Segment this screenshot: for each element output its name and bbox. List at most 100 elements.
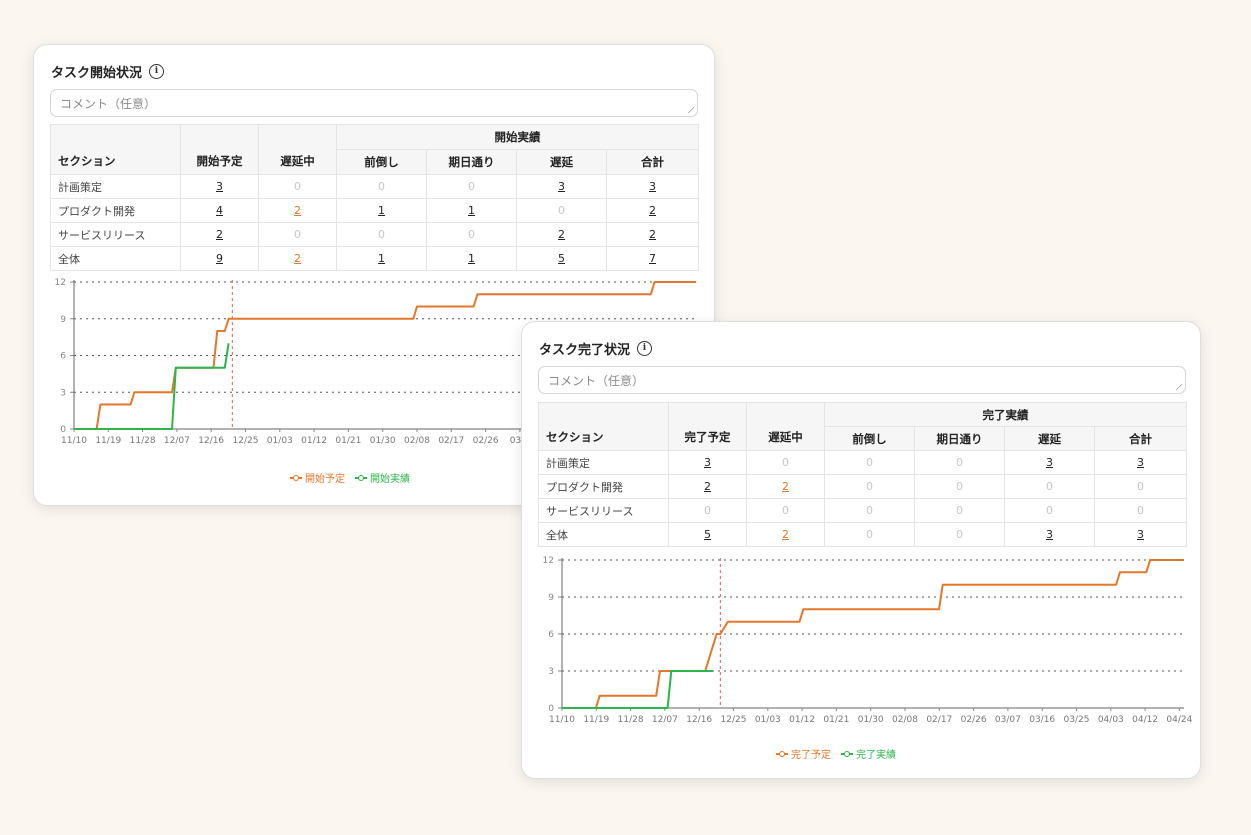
row-section-label: 全体 bbox=[538, 522, 669, 547]
legend-line-icon bbox=[776, 750, 788, 758]
x-tick-label: 02/26 bbox=[961, 715, 987, 725]
legend-label: 開始予定 bbox=[305, 474, 345, 485]
count-link[interactable]: 4 bbox=[216, 204, 223, 217]
cell-late: 0 bbox=[516, 198, 607, 223]
cell-planned: 2 bbox=[668, 474, 747, 499]
count-link[interactable]: 5 bbox=[558, 252, 565, 265]
cell-ontime: 0 bbox=[426, 174, 517, 199]
y-tick-label: 6 bbox=[548, 630, 554, 640]
table-row: 全体 9 2 1 1 5 7 bbox=[50, 246, 699, 271]
row-section-label: 全体 bbox=[50, 246, 181, 271]
task-start-comment-input[interactable]: コメント（任意） bbox=[50, 89, 698, 117]
y-tick-label: 0 bbox=[60, 425, 66, 435]
zero-value: 0 bbox=[378, 180, 385, 193]
resize-grip-icon[interactable] bbox=[1175, 383, 1182, 390]
cell-total: 3 bbox=[1094, 522, 1187, 547]
legend-item-planned[interactable]: 完了予定 bbox=[776, 746, 831, 761]
count-link[interactable]: 1 bbox=[378, 204, 385, 217]
cell-late: 5 bbox=[516, 246, 607, 271]
count-link[interactable]: 3 bbox=[558, 180, 565, 193]
cell-delayed: 2 bbox=[258, 246, 337, 271]
count-link[interactable]: 3 bbox=[1137, 456, 1144, 469]
cell-late: 3 bbox=[516, 174, 607, 199]
task-start-header: タスク開始状況 i bbox=[51, 62, 165, 81]
count-link[interactable]: 3 bbox=[216, 180, 223, 193]
col-header-section: セクション bbox=[50, 124, 181, 175]
cell-total: 7 bbox=[606, 246, 699, 271]
count-link[interactable]: 3 bbox=[1046, 456, 1053, 469]
cell-ontime: 0 bbox=[914, 474, 1005, 499]
count-link[interactable]: 1 bbox=[468, 204, 475, 217]
x-tick-label: 11/28 bbox=[130, 436, 156, 446]
x-tick-label: 01/12 bbox=[301, 436, 327, 446]
zero-value: 0 bbox=[1137, 480, 1144, 493]
y-tick-label: 9 bbox=[548, 593, 554, 603]
col-header-ontime: 期日通り bbox=[426, 149, 517, 175]
count-link[interactable]: 2 bbox=[216, 228, 223, 241]
task-done-title: タスク完了状況 bbox=[539, 343, 631, 358]
cell-late: 3 bbox=[1004, 522, 1095, 547]
zero-value: 0 bbox=[782, 504, 789, 517]
count-link[interactable]: 5 bbox=[704, 528, 711, 541]
row-section-label: 計画策定 bbox=[538, 450, 669, 475]
row-section-label: サービスリリース bbox=[50, 222, 181, 247]
cell-total: 3 bbox=[606, 174, 699, 199]
count-link[interactable]: 2 bbox=[558, 228, 565, 241]
x-tick-label: 04/24 bbox=[1166, 715, 1192, 725]
table-row: プロダクト開発 2 2 0 0 0 0 bbox=[538, 474, 1187, 499]
col-header-planned: 開始予定 bbox=[180, 124, 259, 175]
cell-planned: 2 bbox=[180, 222, 259, 247]
cell-delayed: 0 bbox=[746, 450, 825, 475]
count-link[interactable]: 7 bbox=[649, 252, 656, 265]
legend-item-planned[interactable]: 開始予定 bbox=[290, 470, 345, 485]
task-done-comment-input[interactable]: コメント（任意） bbox=[538, 366, 1186, 394]
zero-value: 0 bbox=[866, 504, 873, 517]
count-link[interactable]: 2 bbox=[649, 228, 656, 241]
legend-line-icon bbox=[841, 750, 853, 758]
cell-late: 0 bbox=[1004, 474, 1095, 499]
x-tick-label: 01/30 bbox=[370, 436, 396, 446]
table-row: サービスリリース 2 0 0 0 2 2 bbox=[50, 222, 699, 247]
zero-value: 0 bbox=[956, 504, 963, 517]
count-link[interactable]: 1 bbox=[378, 252, 385, 265]
count-link[interactable]: 2 bbox=[782, 528, 789, 541]
x-tick-label: 12/25 bbox=[233, 436, 259, 446]
y-tick-label: 6 bbox=[60, 352, 66, 362]
info-circle-icon[interactable]: i bbox=[637, 341, 653, 356]
col-header-early: 前倒し bbox=[824, 426, 915, 451]
cell-late: 0 bbox=[1004, 498, 1095, 523]
x-tick-label: 11/10 bbox=[549, 715, 575, 725]
table-row: サービスリリース 0 0 0 0 0 0 bbox=[538, 498, 1187, 523]
legend-item-actual[interactable]: 完了実績 bbox=[841, 746, 896, 761]
zero-value: 0 bbox=[1137, 504, 1144, 517]
count-link[interactable]: 2 bbox=[782, 480, 789, 493]
count-link[interactable]: 2 bbox=[704, 480, 711, 493]
col-header-delayed: 遅延中 bbox=[258, 124, 337, 175]
cell-early: 0 bbox=[824, 474, 915, 499]
count-link[interactable]: 3 bbox=[704, 456, 711, 469]
x-tick-label: 12/16 bbox=[686, 715, 712, 725]
count-link[interactable]: 2 bbox=[294, 252, 301, 265]
y-tick-label: 12 bbox=[55, 278, 66, 288]
x-tick-label: 12/07 bbox=[652, 715, 678, 725]
cell-planned: 4 bbox=[180, 198, 259, 223]
x-tick-label: 11/28 bbox=[618, 715, 644, 725]
x-tick-label: 02/17 bbox=[438, 436, 464, 446]
zero-value: 0 bbox=[468, 180, 475, 193]
legend-line-icon bbox=[290, 474, 302, 482]
resize-grip-icon[interactable] bbox=[687, 106, 694, 113]
info-circle-icon[interactable]: i bbox=[149, 64, 165, 79]
legend-item-actual[interactable]: 開始実績 bbox=[355, 470, 410, 485]
zero-value: 0 bbox=[704, 504, 711, 517]
count-link[interactable]: 9 bbox=[216, 252, 223, 265]
x-tick-label: 11/19 bbox=[583, 715, 609, 725]
cell-delayed: 2 bbox=[258, 198, 337, 223]
count-link[interactable]: 1 bbox=[468, 252, 475, 265]
col-header-ontime: 期日通り bbox=[914, 426, 1005, 451]
count-link[interactable]: 2 bbox=[649, 204, 656, 217]
count-link[interactable]: 2 bbox=[294, 204, 301, 217]
cell-planned: 3 bbox=[180, 174, 259, 199]
count-link[interactable]: 3 bbox=[1137, 528, 1144, 541]
count-link[interactable]: 3 bbox=[1046, 528, 1053, 541]
count-link[interactable]: 3 bbox=[649, 180, 656, 193]
